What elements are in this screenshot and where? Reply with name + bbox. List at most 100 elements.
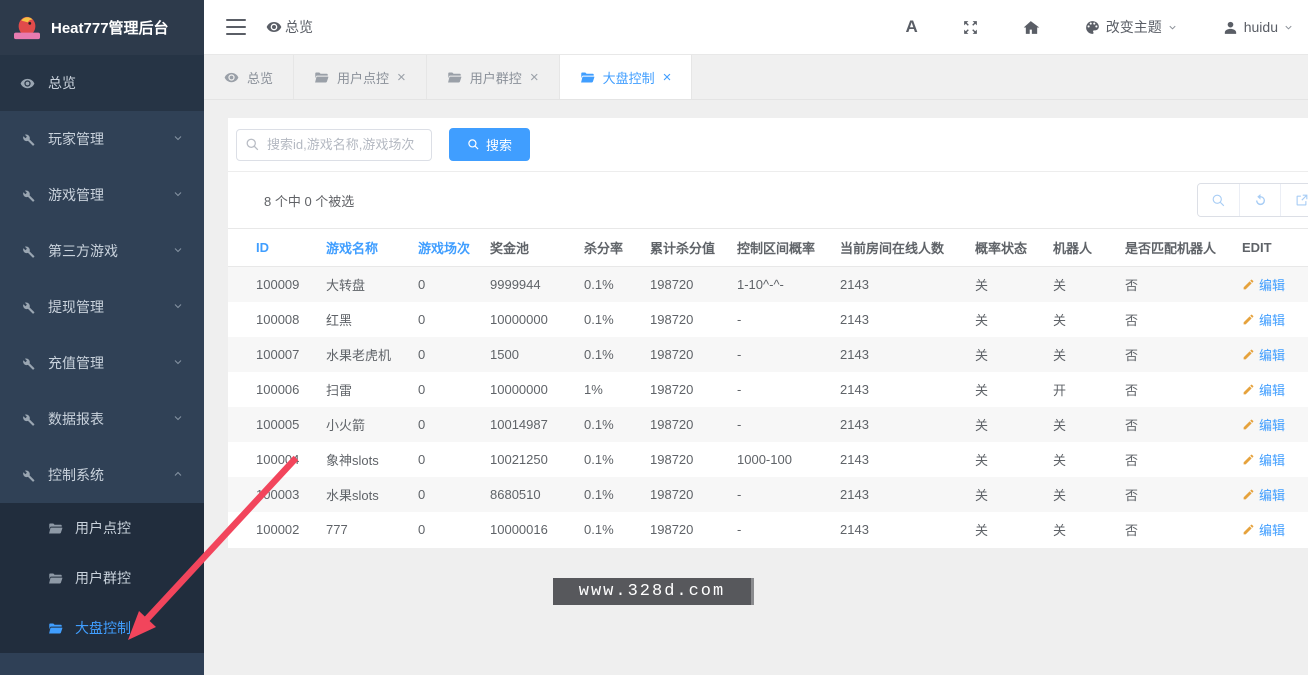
cell-game-session: 0 (410, 267, 482, 303)
fullscreen-button[interactable] (962, 19, 979, 36)
cell-online-count: 2143 (832, 442, 967, 477)
column-header-control-range[interactable]: 控制区间概率 (729, 229, 832, 267)
zoom-search-button[interactable] (1198, 184, 1239, 216)
sidebar-item-label: 玩家管理 (48, 129, 104, 149)
cell-prize-pool: 10000016 (482, 512, 576, 547)
home-button[interactable] (1023, 19, 1040, 36)
chevron-down-icon (172, 299, 184, 315)
cell-game-name: 777 (318, 512, 410, 547)
column-header-online-count[interactable]: 当前房间在线人数 (832, 229, 967, 267)
search-button[interactable]: 搜索 (449, 128, 530, 161)
cell-id: 100003 (228, 477, 318, 512)
cell-online-count: 2143 (832, 302, 967, 337)
column-header-match-robot[interactable]: 是否匹配机器人 (1117, 229, 1234, 267)
cell-control-range: - (729, 477, 832, 512)
export-button[interactable] (1280, 184, 1308, 216)
sidebar-item-control-system[interactable]: 控制系统 (0, 447, 204, 503)
chevron-down-icon (172, 131, 184, 147)
sidebar-item-data-reports[interactable]: 数据报表 (0, 391, 204, 447)
sidebar-item-recharge-management[interactable]: 充值管理 (0, 335, 204, 391)
refresh-button[interactable] (1239, 184, 1280, 216)
close-icon[interactable]: × (397, 70, 406, 85)
tab-label: 用户群控 (470, 68, 522, 87)
table-row[interactable]: 100002 777 0 10000016 0.1% 198720 - 2143… (228, 512, 1308, 547)
edit-action: 编辑 (1242, 415, 1300, 434)
sidebar-subitem-user-group-control[interactable]: 用户群控 (0, 553, 204, 603)
sidebar-item-label: 第三方游戏 (48, 241, 118, 261)
column-header-game-session[interactable]: 游戏场次 (410, 229, 482, 267)
cell-game-session: 0 (410, 372, 482, 407)
edit-action: 编辑 (1242, 310, 1300, 329)
column-header-id[interactable]: ID (228, 229, 318, 267)
sidebar-subitem-dashboard-control[interactable]: 大盘控制 (0, 603, 204, 653)
table-row[interactable]: 100005 小火箭 0 10014987 0.1% 198720 - 2143… (228, 407, 1308, 442)
theme-dropdown[interactable]: 改变主题 (1084, 17, 1178, 37)
column-header-kill-rate[interactable]: 杀分率 (576, 229, 642, 267)
column-header-prize-pool[interactable]: 奖金池 (482, 229, 576, 267)
refresh-icon (1253, 193, 1268, 208)
cell-control-range: - (729, 302, 832, 337)
edit-link[interactable]: 编辑 (1259, 485, 1285, 504)
wrench-icon (20, 468, 35, 483)
close-icon[interactable]: × (530, 70, 539, 85)
font-size-button[interactable]: A (905, 17, 917, 37)
sidebar-item-thirdparty-games[interactable]: 第三方游戏 (0, 223, 204, 279)
sidebar-item-player-management[interactable]: 玩家管理 (0, 111, 204, 167)
cell-match-robot: 否 (1117, 407, 1234, 442)
sidebar-subitem-user-point-control[interactable]: 用户点控 (0, 503, 204, 553)
column-header-game-name[interactable]: 游戏名称 (318, 229, 410, 267)
table-body: 100009 大转盘 0 9999944 0.1% 198720 1-10^-^… (228, 267, 1308, 548)
table-row[interactable]: 100008 红黑 0 10000000 0.1% 198720 - 2143 … (228, 302, 1308, 337)
cell-control-range: - (729, 512, 832, 547)
cell-prize-pool: 9999944 (482, 267, 576, 303)
cell-match-robot: 否 (1117, 267, 1234, 303)
table-toolbar: 8 个中 0 个被选 (228, 172, 1308, 228)
table-row[interactable]: 100006 扫雷 0 10000000 1% 198720 - 2143 关 … (228, 372, 1308, 407)
user-icon (1222, 19, 1239, 36)
column-header-robot[interactable]: 机器人 (1045, 229, 1117, 267)
table-row[interactable]: 100003 水果slots 0 8680510 0.1% 198720 - 2… (228, 477, 1308, 512)
hamburger-menu-icon[interactable] (226, 19, 246, 35)
cell-kill-rate: 0.1% (576, 302, 642, 337)
tab-dashboard-control[interactable]: 大盘控制 × (560, 55, 693, 99)
table-row[interactable]: 100009 大转盘 0 9999944 0.1% 198720 1-10^-^… (228, 267, 1308, 303)
sidebar-item-game-management[interactable]: 游戏管理 (0, 167, 204, 223)
sidebar-item-withdraw-management[interactable]: 提现管理 (0, 279, 204, 335)
edit-link[interactable]: 编辑 (1259, 345, 1285, 364)
tab-overview[interactable]: 总览 (204, 55, 294, 99)
column-header-cumulative-kill[interactable]: 累计杀分值 (642, 229, 729, 267)
breadcrumb[interactable]: 总览 (266, 17, 313, 37)
fullscreen-icon (962, 19, 979, 36)
edit-link[interactable]: 编辑 (1259, 450, 1285, 469)
cell-robot: 关 (1045, 337, 1117, 372)
chevron-up-icon (172, 467, 184, 483)
games-table: ID 游戏名称 游戏场次 奖金池 杀分率 累计杀分值 控制区间概率 当前房间在线… (228, 228, 1308, 547)
column-header-probability-status[interactable]: 概率状态 (967, 229, 1045, 267)
tab-user-point-control[interactable]: 用户点控 × (294, 55, 427, 99)
app-title: Heat777管理后台 (51, 17, 169, 38)
eye-icon (266, 19, 282, 35)
cell-match-robot: 否 (1117, 337, 1234, 372)
chevron-down-icon (172, 411, 184, 427)
table-header: ID 游戏名称 游戏场次 奖金池 杀分率 累计杀分值 控制区间概率 当前房间在线… (228, 229, 1308, 267)
cell-kill-rate: 0.1% (576, 477, 642, 512)
tab-user-group-control[interactable]: 用户群控 × (427, 55, 560, 99)
export-icon (1294, 193, 1308, 208)
edit-link[interactable]: 编辑 (1259, 520, 1285, 539)
sidebar-item-overview[interactable]: 总览 (0, 55, 204, 111)
tab-label: 大盘控制 (603, 68, 655, 87)
wrench-icon (20, 188, 35, 203)
column-header-edit[interactable]: EDIT (1234, 229, 1308, 267)
edit-link[interactable]: 编辑 (1259, 380, 1285, 399)
user-dropdown[interactable]: huidu (1222, 19, 1294, 36)
edit-link[interactable]: 编辑 (1259, 275, 1285, 294)
cell-kill-rate: 0.1% (576, 442, 642, 477)
folder-icon (580, 70, 595, 85)
search-input[interactable] (236, 129, 432, 161)
edit-link[interactable]: 编辑 (1259, 415, 1285, 434)
edit-action: 编辑 (1242, 380, 1300, 399)
edit-link[interactable]: 编辑 (1259, 310, 1285, 329)
close-icon[interactable]: × (663, 70, 672, 85)
table-row[interactable]: 100004 象神slots 0 10021250 0.1% 198720 10… (228, 442, 1308, 477)
table-row[interactable]: 100007 水果老虎机 0 1500 0.1% 198720 - 2143 关… (228, 337, 1308, 372)
